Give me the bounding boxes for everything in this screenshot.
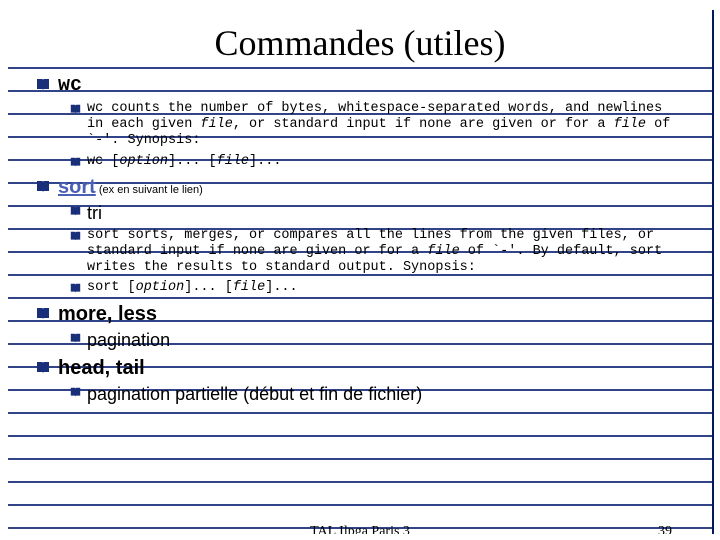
- sort-syn-italic: file: [233, 280, 265, 295]
- page-number: 39: [658, 524, 672, 534]
- wc-file-italic: file: [200, 117, 232, 132]
- sort-sub-tri: tri: [70, 203, 684, 224]
- sort-link[interactable]: sort: [58, 176, 96, 198]
- bullet-wc: wc: [36, 74, 684, 97]
- sort-sub-label: tri: [87, 203, 102, 224]
- book-icon: [36, 307, 50, 321]
- wc-desc: wc counts the number of bytes, whitespac…: [70, 101, 684, 150]
- sort-syn-italic: option: [136, 280, 185, 295]
- slide-title: Commandes (utiles): [36, 22, 684, 64]
- book-icon: [70, 333, 81, 344]
- wc-syn-text: ]...: [249, 154, 281, 169]
- wc-synopsis: wc [option]... [file]...: [70, 154, 684, 170]
- sort-paren-text: ex en suivant le lien: [103, 184, 200, 196]
- footer-center: TAL Ilpga Paris 3: [8, 524, 712, 534]
- headtail-sub: pagination partielle (début et fin de fi…: [70, 384, 684, 405]
- headtail-label: head, tail: [58, 357, 145, 380]
- sort-synopsis: sort [option]... [file]...: [70, 280, 684, 296]
- book-icon: [70, 283, 81, 294]
- book-icon: [70, 387, 81, 398]
- sort-desc: sort sorts, merges, or compares all the …: [70, 228, 684, 277]
- book-icon: [70, 104, 81, 115]
- book-icon: [36, 361, 50, 375]
- headtail-sub-label: pagination partielle (début et fin de fi…: [87, 384, 422, 405]
- book-icon: [70, 157, 81, 168]
- sort-syn-text: sort [: [87, 280, 136, 295]
- sort-paren: ): [199, 184, 203, 196]
- wc-syn-text: wc [: [87, 154, 119, 169]
- book-icon: [70, 231, 81, 242]
- bullet-sort: sort (ex en suivant le lien): [36, 176, 684, 199]
- wc-label: wc: [58, 74, 82, 97]
- sort-syn-text: ]... [: [184, 280, 233, 295]
- moreless-sub: pagination: [70, 330, 684, 351]
- bullet-more-less: more, less: [36, 303, 684, 326]
- wc-desc-text: , or standard input if none are given or…: [233, 117, 614, 132]
- sort-syn-text: ]...: [265, 280, 297, 295]
- wc-file-italic: file: [614, 117, 646, 132]
- moreless-sub-label: pagination: [87, 330, 170, 351]
- sort-paren: (: [96, 184, 103, 196]
- wc-syn-text: ]... [: [168, 154, 217, 169]
- book-icon: [70, 206, 81, 217]
- moreless-label: more, less: [58, 303, 157, 326]
- sort-file-italic: file: [427, 244, 459, 259]
- wc-syn-italic: option: [119, 154, 168, 169]
- book-icon: [36, 78, 50, 92]
- book-icon: [36, 180, 50, 194]
- wc-syn-italic: file: [217, 154, 249, 169]
- bullet-head-tail: head, tail: [36, 357, 684, 380]
